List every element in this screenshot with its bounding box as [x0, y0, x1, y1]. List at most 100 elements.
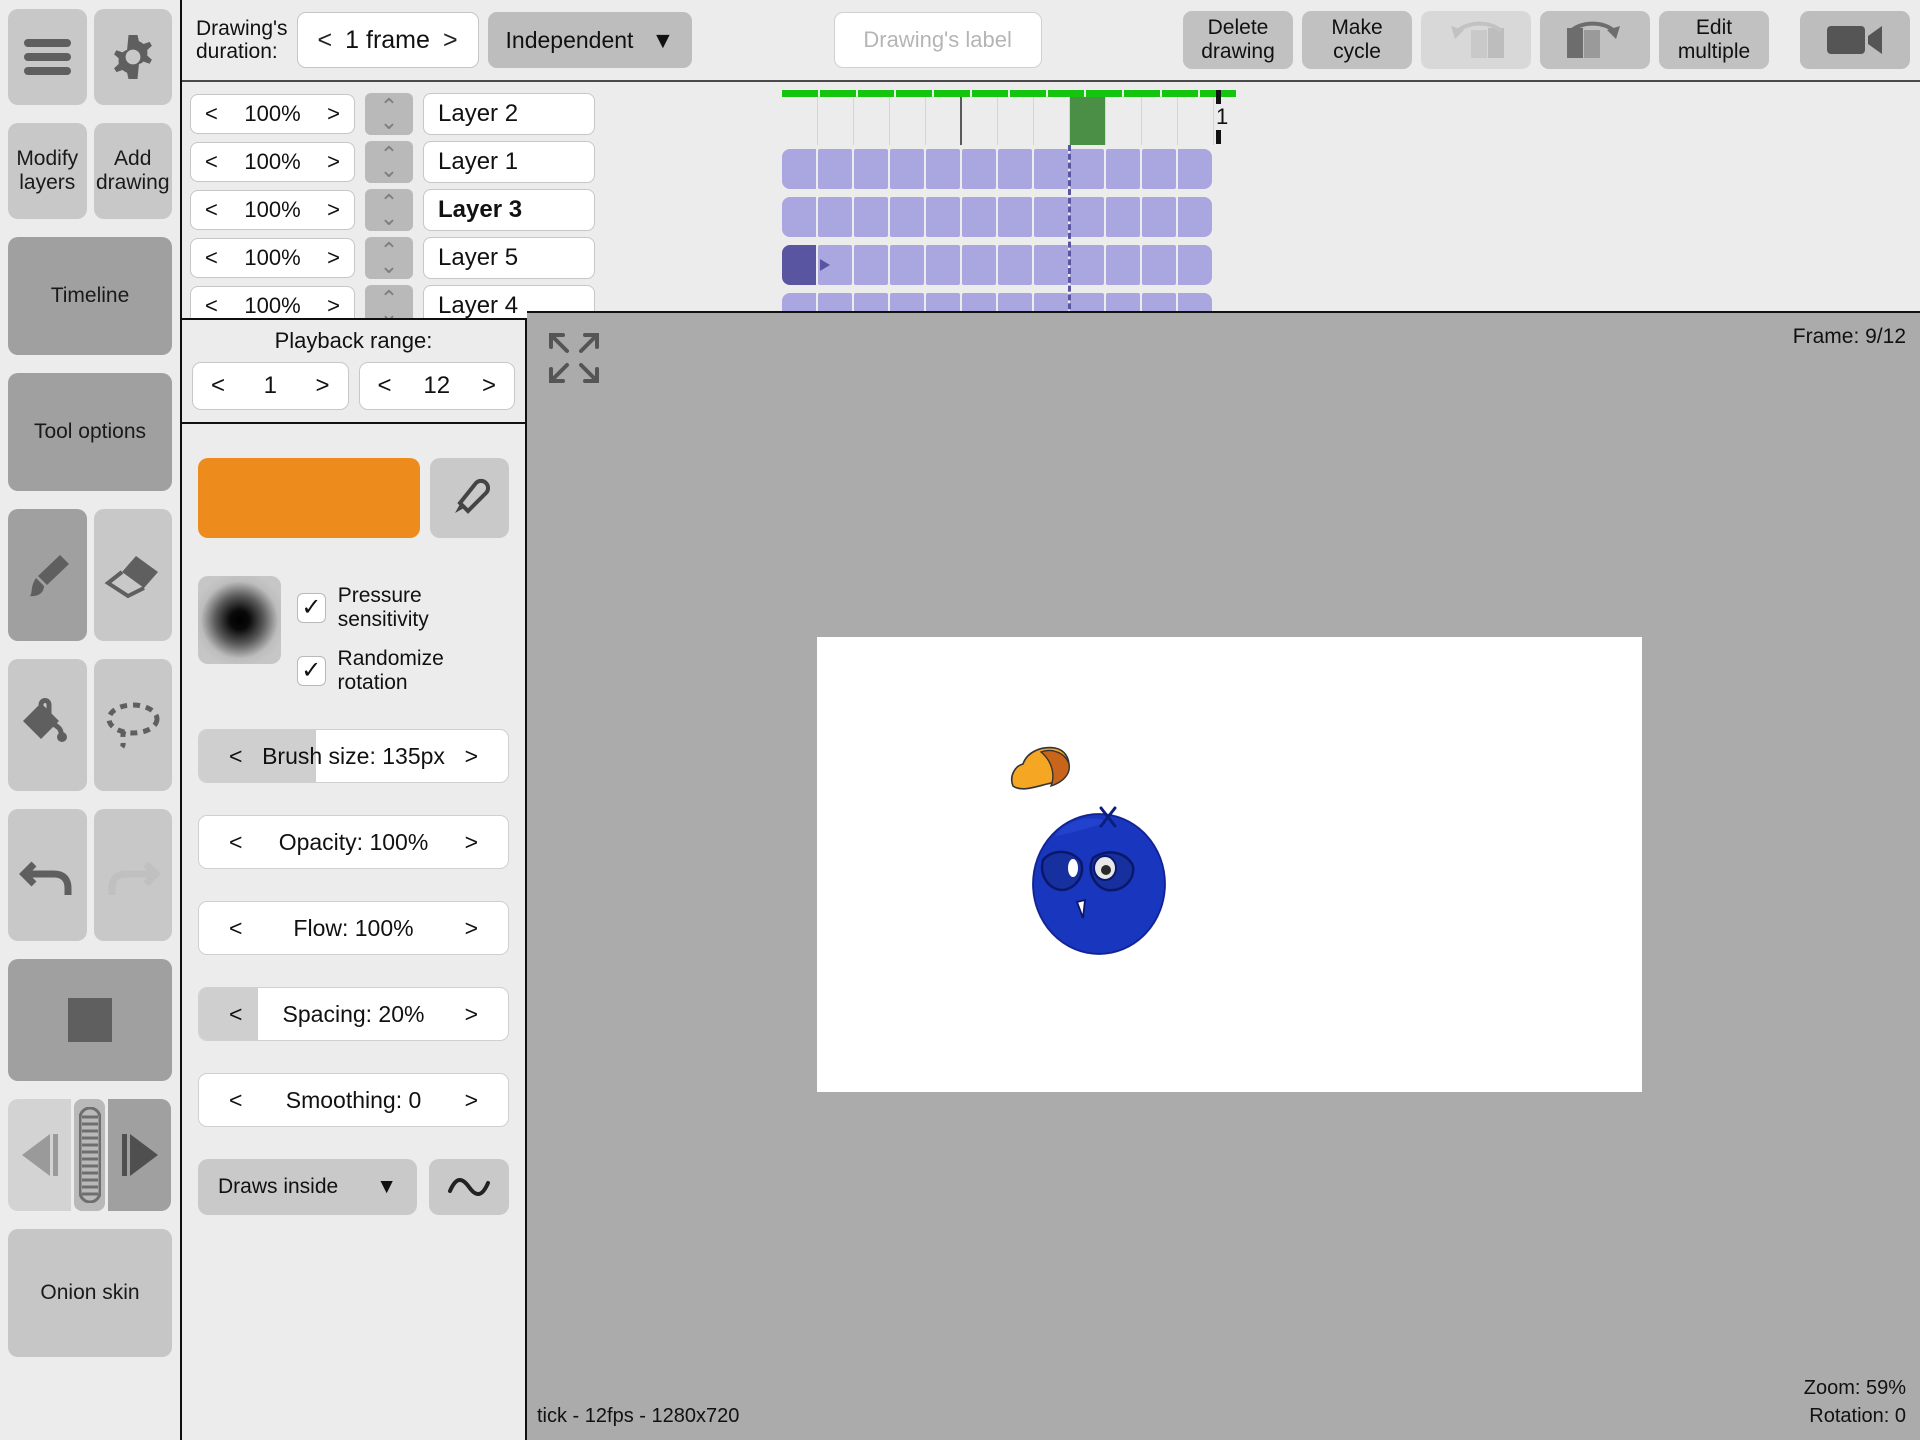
timeline-frame-cell[interactable]	[962, 149, 996, 189]
timeline-frame-cell[interactable]	[1106, 245, 1140, 285]
eyedropper-button[interactable]	[430, 458, 509, 538]
opacity-slider[interactable]: < Opacity: 100% >	[198, 815, 509, 869]
slider-decrement[interactable]: <	[199, 829, 242, 856]
playback-range-strip[interactable]	[782, 90, 1236, 97]
timeline-frame-cell[interactable]	[1034, 197, 1068, 237]
timeline-ruler-cell[interactable]	[1070, 97, 1106, 145]
lasso-select-tool-button[interactable]	[93, 659, 172, 791]
layer-opacity-next[interactable]: >	[327, 101, 340, 127]
timeline-frame-cell[interactable]	[890, 149, 924, 189]
layer-name-input[interactable]: Layer 2	[423, 93, 595, 135]
timeline-ruler-cell[interactable]	[926, 97, 962, 145]
layer-opacity-stepper[interactable]: <100% >	[190, 190, 355, 230]
layer-reorder-button[interactable]: ⌃ ⌄	[365, 237, 413, 279]
chevron-down-icon[interactable]: ⌄	[380, 254, 398, 277]
flip-forward-button[interactable]	[1540, 11, 1650, 69]
timeline-frame-cell[interactable]	[890, 245, 924, 285]
layer-reorder-button[interactable]: ⌃ ⌄	[365, 189, 413, 231]
tool-options-panel-button[interactable]: Tool options	[8, 373, 172, 491]
timeline-ruler-cell[interactable]	[854, 97, 890, 145]
undo-button[interactable]	[8, 809, 87, 941]
timeline-ruler-cell[interactable]	[818, 97, 854, 145]
layer-opacity-stepper[interactable]: <100% >	[190, 238, 355, 278]
layer-opacity-stepper[interactable]: <100% >	[190, 286, 355, 318]
slider-decrement[interactable]: <	[199, 915, 242, 942]
layer-row[interactable]: <100% > ⌃ ⌄ Layer 1	[182, 138, 595, 186]
timeline-ruler-cell[interactable]	[782, 97, 818, 145]
timeline-frame-cell[interactable]	[1142, 149, 1176, 189]
pressure-sensitivity-checkbox[interactable]: ✓ Pressure sensitivity	[297, 584, 509, 632]
timeline-frame-cell[interactable]	[1070, 149, 1104, 189]
slider-increment[interactable]: >	[465, 743, 508, 770]
layer-opacity-prev[interactable]: <	[205, 149, 218, 175]
timeline-frame-cell[interactable]	[854, 245, 888, 285]
slider-decrement[interactable]: <	[199, 1087, 242, 1114]
layer-opacity-next[interactable]: >	[327, 197, 340, 223]
timeline-frame-cell[interactable]	[1106, 197, 1140, 237]
layer-name-input[interactable]: Layer 5	[423, 237, 595, 279]
settings-button[interactable]	[93, 9, 172, 105]
drawing-label-input[interactable]: Drawing's label	[833, 12, 1042, 68]
timeline-ruler-cell[interactable]	[1178, 97, 1214, 145]
layer-row[interactable]: <100% > ⌃ ⌄ Layer 2	[182, 90, 595, 138]
timeline-end-marker[interactable]: 1	[1216, 90, 1228, 144]
timeline-frame-cell[interactable]	[998, 245, 1032, 285]
frame-scrubber[interactable]	[74, 1099, 105, 1211]
delete-drawing-button[interactable]: Delete drawing	[1183, 11, 1293, 69]
eraser-tool-button[interactable]	[93, 509, 172, 641]
drawing-duration-stepper[interactable]: < 1 frame >	[296, 12, 479, 68]
timing-mode-dropdown[interactable]: Independent ▼	[487, 12, 693, 68]
slider-decrement[interactable]: <	[199, 1001, 242, 1028]
playback-end-prev[interactable]: <	[378, 372, 392, 400]
hamburger-menu-button[interactable]	[8, 9, 87, 105]
layer-opacity-prev[interactable]: <	[205, 245, 218, 271]
flow-slider[interactable]: < Flow: 100% >	[198, 901, 509, 955]
redo-button[interactable]	[93, 809, 172, 941]
layer-opacity-next[interactable]: >	[327, 149, 340, 175]
brush-size-slider[interactable]: < Brush size: 135px >	[198, 729, 509, 783]
flip-back-button[interactable]	[1421, 11, 1531, 69]
timeline-ruler-cell[interactable]	[998, 97, 1034, 145]
timeline-frame-cell[interactable]	[926, 149, 960, 189]
modify-layers-button[interactable]: Modify layers	[8, 123, 87, 219]
canvas-viewport[interactable]: Frame: 9/12 Zoom: 59% Rotation: 0 tick -…	[527, 311, 1920, 1440]
slider-increment[interactable]: >	[465, 915, 508, 942]
brush-tool-button[interactable]	[8, 509, 87, 641]
layer-opacity-prev[interactable]: <	[205, 101, 218, 127]
slider-increment[interactable]: >	[465, 1001, 508, 1028]
layer-reorder-button[interactable]: ⌃ ⌄	[365, 285, 413, 318]
chevron-down-icon[interactable]: ⌄	[380, 302, 398, 318]
layer-opacity-next[interactable]: >	[327, 245, 340, 271]
timeline-frame-cell[interactable]	[782, 149, 816, 189]
chevron-down-icon[interactable]: ⌄	[380, 110, 398, 133]
layer-opacity-next[interactable]: >	[327, 293, 340, 318]
chevron-down-icon[interactable]: ⌄	[380, 206, 398, 229]
slider-decrement[interactable]: <	[199, 743, 242, 770]
timeline-frame-cell[interactable]	[818, 197, 852, 237]
make-cycle-button[interactable]: Make cycle	[1302, 11, 1412, 69]
timeline-frame-cell[interactable]	[1178, 197, 1212, 237]
smoothing-slider[interactable]: < Smoothing: 0 >	[198, 1073, 509, 1127]
timeline-frame-cell[interactable]	[818, 149, 852, 189]
timeline-frame-cell[interactable]	[998, 197, 1032, 237]
layer-name-input[interactable]: Layer 3	[423, 189, 595, 231]
timeline-frame-cell[interactable]	[926, 245, 960, 285]
fit-to-screen-icon[interactable]	[547, 331, 601, 385]
layer-reorder-button[interactable]: ⌃ ⌄	[365, 141, 413, 183]
next-frame-button[interactable]	[108, 1099, 171, 1211]
chevron-down-icon[interactable]: ⌄	[380, 158, 398, 181]
timeline-frame-cell[interactable]	[1142, 245, 1176, 285]
onion-skin-button[interactable]: Onion skin	[8, 1229, 172, 1357]
timeline-frame-cell[interactable]	[1070, 197, 1104, 237]
timeline-frame-cell[interactable]	[782, 197, 816, 237]
layer-opacity-stepper[interactable]: <100% >	[190, 142, 355, 182]
timeline-frame-cell[interactable]	[1106, 149, 1140, 189]
timeline-panel-button[interactable]: Timeline	[8, 237, 172, 355]
timeline-ruler-cell[interactable]	[1034, 97, 1070, 145]
camera-button[interactable]	[1800, 11, 1910, 69]
brush-preview[interactable]	[198, 576, 282, 664]
playback-start-next[interactable]: >	[315, 372, 329, 400]
timeline-frame-cell[interactable]	[998, 149, 1032, 189]
layer-opacity-stepper[interactable]: <100% >	[190, 94, 355, 134]
timeline-ruler-cell[interactable]	[962, 97, 998, 145]
